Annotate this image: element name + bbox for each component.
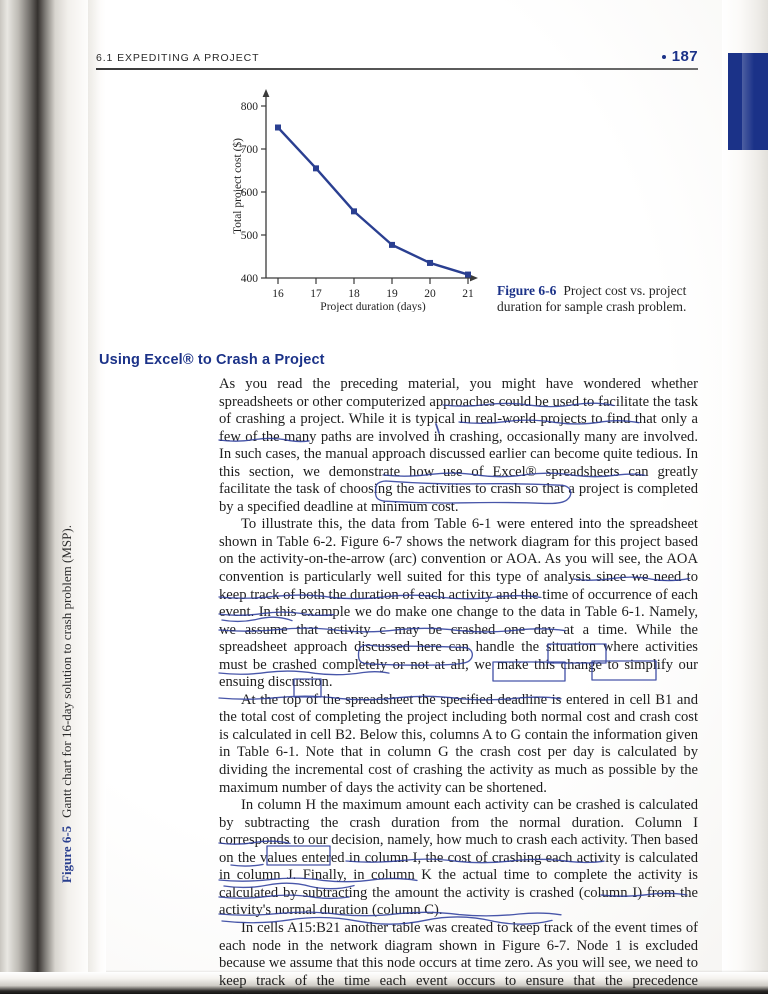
x-axis-arrowhead xyxy=(470,274,478,282)
svg-text:400: 400 xyxy=(241,273,259,285)
data-markers xyxy=(275,124,471,278)
svg-text:21: 21 xyxy=(462,288,474,300)
figure-6-6-number: Figure 6-6 xyxy=(497,283,557,298)
body-paragraph-3: At the top of the spreadsheet the specif… xyxy=(219,691,698,796)
figure-6-5-caption-text: Gantt chart for 16-day solution to crash… xyxy=(59,525,74,818)
body-paragraph-1: As you read the preceding material, you … xyxy=(219,376,698,515)
x-axis-tick-labels: 16 17 18 19 20 21 xyxy=(272,288,474,300)
body-paragraph-5: In cells A15:B21 another table was creat… xyxy=(219,919,698,994)
running-head-title: 6.1 EXPEDITING A PROJECT xyxy=(96,52,260,64)
running-head: 6.1 EXPEDITING A PROJECT 187 xyxy=(96,48,698,70)
figure-6-5-number: Figure 6-5 xyxy=(59,825,74,883)
section-heading: Using Excel® to Crash a Project xyxy=(99,352,325,368)
bullet-icon xyxy=(661,55,666,60)
line-chart-svg: 800 700 600 500 400 16 17 18 19 20 21 Pr… xyxy=(231,89,478,312)
body-paragraph-2: To illustrate this, the data from Table … xyxy=(219,516,698,691)
svg-text:800: 800 xyxy=(241,101,259,113)
x-axis-title: Project duration (days) xyxy=(320,301,426,312)
svg-text:17: 17 xyxy=(310,288,322,300)
scanned-textbook-page: 6.1 EXPEDITING A PROJECT 187 800 700 600… xyxy=(0,0,768,994)
book-gutter-shadow xyxy=(0,0,92,994)
page-left-edge xyxy=(88,0,106,994)
y-axis-arrowhead xyxy=(262,89,270,97)
svg-text:18: 18 xyxy=(348,288,360,300)
svg-text:19: 19 xyxy=(386,288,398,300)
body-text-column: As you read the preceding material, you … xyxy=(219,376,698,994)
svg-text:16: 16 xyxy=(272,288,284,300)
svg-text:20: 20 xyxy=(424,288,436,300)
page-number: 187 xyxy=(671,48,698,65)
figure-6-6-caption: Figure 6-6 Project cost vs. project durat… xyxy=(497,283,702,316)
figure-6-6-chart: 800 700 600 500 400 16 17 18 19 20 21 Pr… xyxy=(228,86,480,312)
blue-bleed-tab-highlight xyxy=(742,53,754,150)
header-rule xyxy=(96,68,698,70)
y-axis-ticks xyxy=(261,105,266,279)
figure-6-5-side-caption: Figure 6-5 Gantt chart for 16-day solutio… xyxy=(59,413,75,883)
x-axis-ticks xyxy=(277,278,469,284)
body-paragraph-4: In column H the maximum amount each acti… xyxy=(219,797,698,919)
data-line xyxy=(276,126,470,276)
y-axis-title: Total project cost ($) xyxy=(231,138,244,234)
page-number-group: 187 xyxy=(661,48,698,66)
